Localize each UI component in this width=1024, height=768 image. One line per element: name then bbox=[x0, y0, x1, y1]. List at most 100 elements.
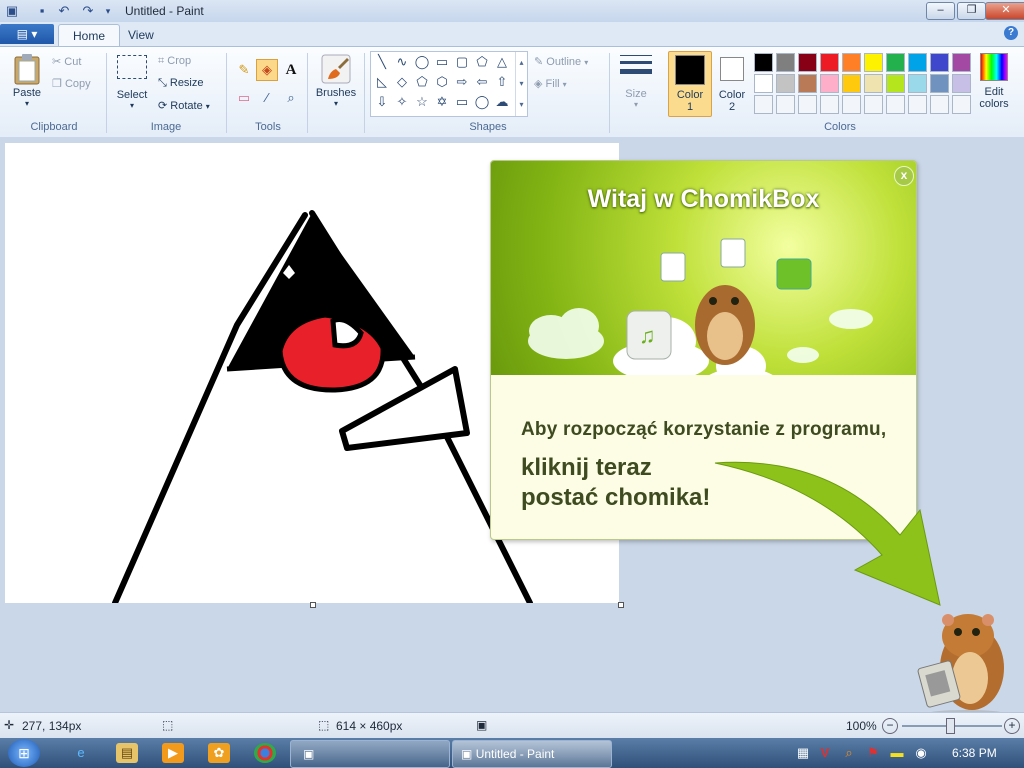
palette-swatch[interactable] bbox=[864, 53, 883, 72]
palette-empty-swatch[interactable] bbox=[754, 95, 773, 114]
palette-swatch[interactable] bbox=[820, 74, 839, 93]
tray-icon-flag[interactable]: ⚑ bbox=[864, 743, 882, 763]
five-point-star-shape-icon[interactable]: ☆ bbox=[413, 93, 431, 111]
customize-quick-access-icon[interactable]: ▾ bbox=[100, 3, 116, 19]
right-triangle-shape-icon[interactable]: ◺ bbox=[373, 73, 391, 91]
undo-icon[interactable]: ↶ bbox=[56, 3, 72, 19]
magnifier-icon[interactable]: ⌕ bbox=[280, 87, 302, 109]
crop-button[interactable]: ⌗ Crop bbox=[158, 55, 191, 68]
canvas-resize-handle-bottom[interactable] bbox=[310, 602, 316, 608]
palette-swatch[interactable] bbox=[798, 53, 817, 72]
minimize-button[interactable]: – bbox=[926, 2, 955, 20]
shapes-scroll-icon[interactable]: ▴ ▾ ▾ bbox=[515, 52, 527, 116]
start-button[interactable]: ⊞ bbox=[8, 739, 40, 767]
color-picker-icon[interactable]: ⁄ bbox=[256, 87, 278, 109]
palette-swatch[interactable] bbox=[842, 74, 861, 93]
tray-icon-network[interactable]: ▦ bbox=[794, 743, 812, 763]
zoom-in-button[interactable]: + bbox=[1004, 718, 1020, 734]
outline-button[interactable]: ✎ Outline ▾ bbox=[534, 55, 588, 68]
media-player-icon[interactable]: ▶ bbox=[162, 743, 184, 763]
popup-close-button[interactable]: x bbox=[894, 166, 914, 186]
internet-explorer-icon[interactable]: e bbox=[70, 743, 92, 763]
palette-empty-swatch[interactable] bbox=[952, 95, 971, 114]
palette-swatch[interactable] bbox=[754, 53, 773, 72]
help-icon[interactable]: ? bbox=[1004, 26, 1018, 40]
app-icon[interactable]: ✿ bbox=[208, 743, 230, 763]
down-arrow-shape-icon[interactable]: ⇩ bbox=[373, 93, 391, 111]
palette-swatch[interactable] bbox=[798, 74, 817, 93]
palette-swatch[interactable] bbox=[952, 53, 971, 72]
oval-callout-shape-icon[interactable]: ◯ bbox=[473, 93, 491, 111]
palette-empty-swatch[interactable] bbox=[864, 95, 883, 114]
copy-button[interactable]: ❐ Copy bbox=[52, 77, 91, 90]
palette-empty-swatch[interactable] bbox=[776, 95, 795, 114]
palette-swatch[interactable] bbox=[952, 74, 971, 93]
rounded-callout-shape-icon[interactable]: ▭ bbox=[453, 93, 471, 111]
palette-empty-swatch[interactable] bbox=[930, 95, 949, 114]
tray-icon-antivirus[interactable]: V bbox=[816, 743, 834, 763]
left-arrow-shape-icon[interactable]: ⇦ bbox=[473, 73, 491, 91]
tray-icon-search[interactable]: ⌕ bbox=[840, 743, 858, 763]
palette-swatch[interactable] bbox=[908, 74, 927, 93]
tray-icon-notes[interactable]: ▬ bbox=[888, 743, 906, 763]
pencil-icon[interactable]: ✎ bbox=[233, 59, 255, 81]
up-arrow-shape-icon[interactable]: ⇧ bbox=[493, 73, 511, 91]
palette-swatch[interactable] bbox=[754, 74, 773, 93]
chrome-icon[interactable] bbox=[254, 743, 276, 763]
rounded-rectangle-shape-icon[interactable]: ▢ bbox=[453, 53, 471, 71]
right-arrow-shape-icon[interactable]: ⇨ bbox=[453, 73, 471, 91]
resize-button[interactable]: ⤡ Resize bbox=[158, 77, 204, 90]
palette-swatch[interactable] bbox=[886, 74, 905, 93]
line-shape-icon[interactable]: ╲ bbox=[373, 53, 391, 71]
curve-shape-icon[interactable]: ∿ bbox=[393, 53, 411, 71]
oval-shape-icon[interactable]: ◯ bbox=[413, 53, 431, 71]
paste-button[interactable]: Paste ▾ bbox=[10, 53, 44, 108]
rotate-button[interactable]: ⟳ Rotate ▾ bbox=[158, 99, 210, 112]
zoom-out-button[interactable]: − bbox=[882, 718, 898, 734]
fill-button[interactable]: ◈ Fill ▾ bbox=[534, 77, 567, 90]
close-button[interactable]: ✕ bbox=[985, 2, 1024, 20]
text-tool-icon[interactable]: A bbox=[280, 59, 302, 81]
hamster-mascot[interactable] bbox=[906, 606, 1018, 718]
palette-swatch[interactable] bbox=[930, 74, 949, 93]
zoom-slider-thumb[interactable] bbox=[946, 718, 955, 734]
taskbar-paint-window[interactable]: ▣ Untitled - Paint bbox=[452, 740, 612, 768]
size-button[interactable]: Size ▾ bbox=[618, 53, 654, 109]
color1-button[interactable]: Color 1 bbox=[668, 51, 712, 117]
triangle-shape-icon[interactable]: △ bbox=[493, 53, 511, 71]
palette-swatch[interactable] bbox=[886, 53, 905, 72]
file-explorer-icon[interactable]: ▤ bbox=[116, 743, 138, 763]
cloud-callout-shape-icon[interactable]: ☁ bbox=[493, 93, 511, 111]
palette-empty-swatch[interactable] bbox=[886, 95, 905, 114]
polygon-shape-icon[interactable]: ⬠ bbox=[473, 53, 491, 71]
palette-swatch[interactable] bbox=[776, 74, 795, 93]
maximize-button[interactable]: ❐ bbox=[957, 2, 986, 20]
palette-swatch[interactable] bbox=[864, 74, 883, 93]
palette-swatch[interactable] bbox=[776, 53, 795, 72]
four-point-star-shape-icon[interactable]: ✧ bbox=[393, 93, 411, 111]
taskbar-chomikbox-window[interactable]: ▣ bbox=[290, 740, 450, 768]
tab-view[interactable]: View bbox=[114, 24, 168, 46]
brushes-button[interactable]: Brushes ▾ bbox=[314, 53, 358, 108]
edit-colors-button[interactable]: Edit colors bbox=[977, 53, 1011, 110]
fill-bucket-icon[interactable]: ◈ bbox=[256, 59, 278, 81]
palette-swatch[interactable] bbox=[820, 53, 839, 72]
palette-empty-swatch[interactable] bbox=[842, 95, 861, 114]
rectangle-shape-icon[interactable]: ▭ bbox=[433, 53, 451, 71]
color2-button[interactable]: Color 2 bbox=[714, 51, 750, 115]
tab-home[interactable]: Home bbox=[58, 24, 121, 47]
diamond-shape-icon[interactable]: ◇ bbox=[393, 73, 411, 91]
canvas-resize-handle-corner[interactable] bbox=[618, 602, 624, 608]
paint-app-icon[interactable]: ▣ bbox=[4, 3, 20, 19]
cut-button[interactable]: ✂ Cut bbox=[52, 55, 81, 68]
pentagon-shape-icon[interactable]: ⬠ bbox=[413, 73, 431, 91]
hexagon-shape-icon[interactable]: ⬡ bbox=[433, 73, 451, 91]
six-point-star-shape-icon[interactable]: ✡ bbox=[433, 93, 451, 111]
palette-swatch[interactable] bbox=[930, 53, 949, 72]
eraser-icon[interactable]: ▭ bbox=[233, 87, 255, 109]
palette-empty-swatch[interactable] bbox=[798, 95, 817, 114]
tray-icon-volume[interactable]: ◉ bbox=[912, 743, 930, 763]
palette-swatch[interactable] bbox=[908, 53, 927, 72]
palette-empty-swatch[interactable] bbox=[908, 95, 927, 114]
palette-empty-swatch[interactable] bbox=[820, 95, 839, 114]
